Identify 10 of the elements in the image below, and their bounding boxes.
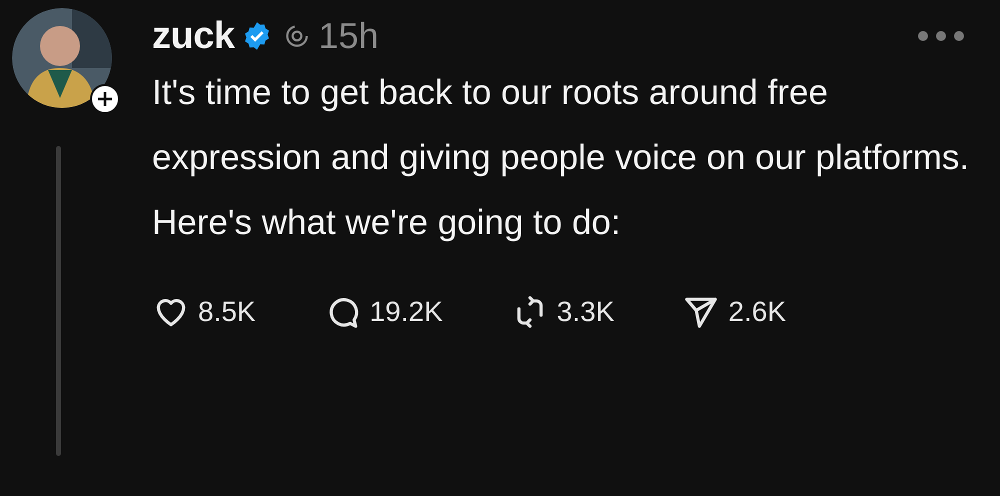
reply-button[interactable]: 19.2K bbox=[324, 293, 443, 331]
follow-plus-icon[interactable] bbox=[90, 84, 120, 114]
more-icon[interactable] bbox=[916, 29, 966, 43]
repost-button[interactable]: 3.3K bbox=[510, 293, 614, 331]
post-time: 15h bbox=[318, 15, 379, 57]
swirl-icon bbox=[284, 23, 310, 49]
share-button[interactable]: 2.6K bbox=[682, 293, 786, 331]
like-button[interactable]: 8.5K bbox=[152, 293, 256, 331]
post-text: It's time to get back to our roots around free expression and giving people voice on our platforms. Here's what we're going to do: bbox=[152, 72, 970, 244]
username[interactable]: zuck bbox=[152, 14, 234, 58]
